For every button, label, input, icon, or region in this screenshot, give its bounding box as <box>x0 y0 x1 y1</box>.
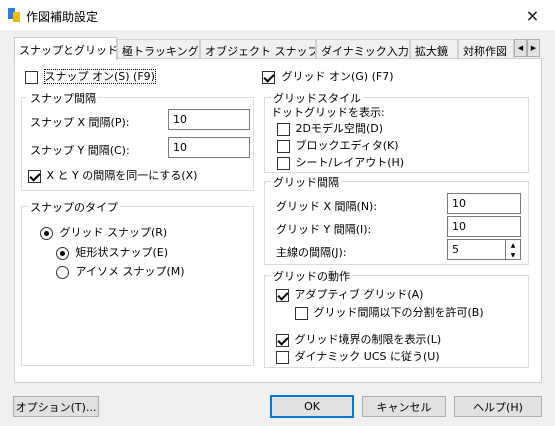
model-space-checkbox[interactable]: 2Dモデル空間(D) <box>277 120 383 136</box>
limits-label: グリッド境界の制限を表示(L) <box>294 333 442 346</box>
window-title: 作図補助設定 <box>26 10 99 24</box>
grid-spacing-title: グリッド間隔 <box>271 174 341 190</box>
radio-circle[interactable] <box>56 246 69 260</box>
grid-snap-radio[interactable]: グリッド スナップ(R) <box>40 224 167 240</box>
app-icon <box>8 8 20 22</box>
tab-scroll-left-icon[interactable]: ◀ <box>514 39 527 57</box>
dynamic-ucs-label: ダイナミック UCS に従う(U) <box>294 350 440 363</box>
tab-magnifier[interactable]: 拡大鏡 <box>410 39 458 59</box>
ok-button[interactable]: OK <box>270 395 354 418</box>
rect-snap-label: 矩形状スナップ(E) <box>75 246 169 259</box>
tab-polar-tracking[interactable]: 極トラッキング <box>117 39 200 59</box>
iso-snap-label: アイソメ スナップ(M) <box>75 265 185 278</box>
grid-on-checkbox[interactable]: グリッド オン(G) (F7) <box>262 68 394 84</box>
block-editor-checkbox[interactable]: ブロックエディタ(K) <box>277 137 399 153</box>
tab-snap-grid[interactable]: スナップとグリッド <box>14 37 117 60</box>
tab-dynamic-input[interactable]: ダイナミック入力 <box>316 39 410 59</box>
grid-spacing-group: グリッド間隔 グリッド X 間隔(N): 10 グリッド Y 間隔(I): 10… <box>264 174 529 265</box>
adaptive-grid-checkbox[interactable]: アダプティブ グリッド(A) <box>276 286 423 302</box>
snap-y-input[interactable]: 10 <box>168 137 250 158</box>
radio-circle[interactable] <box>40 226 53 240</box>
checkbox-box[interactable] <box>277 122 290 136</box>
snap-on-label: スナップ オン(S) (F9) <box>43 69 156 84</box>
grid-behavior-group: グリッドの動作 アダプティブ グリッド(A) グリッド間隔以下の分割を許可(B)… <box>264 268 529 368</box>
snap-type-title: スナップのタイプ <box>28 199 120 215</box>
snap-on-checkbox[interactable]: スナップ オン(S) (F9) <box>25 68 156 84</box>
subdivide-checkbox[interactable]: グリッド間隔以下の分割を許可(B) <box>295 304 484 320</box>
grid-behavior-title: グリッドの動作 <box>271 268 352 284</box>
grid-x-label: グリッド X 間隔(N): <box>276 200 378 213</box>
rect-snap-radio[interactable]: 矩形状スナップ(E) <box>56 244 168 260</box>
snap-spacing-title: スナップ間隔 <box>28 90 98 106</box>
options-button[interactable]: オプション(T)... <box>13 396 99 417</box>
close-icon[interactable]: × <box>510 0 555 30</box>
snap-spacing-group: スナップ間隔 スナップ X 間隔(P): 10 スナップ Y 間隔(C): 10… <box>21 90 254 191</box>
subdivide-label: グリッド間隔以下の分割を許可(B) <box>313 306 484 319</box>
checkbox-box[interactable] <box>277 139 290 153</box>
grid-on-label: グリッド オン(G) (F7) <box>281 70 394 83</box>
checkbox-box[interactable] <box>28 169 41 183</box>
grid-y-input[interactable]: 10 <box>447 216 521 237</box>
checkbox-box[interactable] <box>277 156 290 170</box>
iso-snap-radio[interactable]: アイソメ スナップ(M) <box>56 263 185 279</box>
tab-scroll-right-icon[interactable]: ▶ <box>527 39 540 57</box>
model-space-label: 2Dモデル空間(D) <box>295 122 384 135</box>
grid-style-group: グリッドスタイル ドットグリッドを表示: 2Dモデル空間(D) ブロックエディタ… <box>264 90 529 173</box>
equal-spacing-label: X と Y の間隔を同一にする(X) <box>46 169 198 182</box>
title-bar: 作図補助設定 × <box>0 0 555 30</box>
snap-type-group: スナップのタイプ グリッド スナップ(R) 矩形状スナップ(E) アイソメ スナ… <box>21 199 254 366</box>
tab-symmetry[interactable]: 対称作図 <box>458 39 514 59</box>
snap-x-input[interactable]: 10 <box>168 109 250 130</box>
checkbox-box[interactable] <box>276 288 289 302</box>
tab-strip: スナップとグリッド 極トラッキング オブジェクト スナップ ダイナミック入力 拡… <box>14 37 542 60</box>
sheet-layout-label: シート/レイアウト(H) <box>295 156 405 169</box>
grid-x-input[interactable]: 10 <box>447 193 521 214</box>
checkbox-box[interactable] <box>262 70 275 84</box>
major-line-input[interactable]: 5 <box>447 239 506 260</box>
tab-object-snap[interactable]: オブジェクト スナップ <box>200 39 316 59</box>
equal-spacing-checkbox[interactable]: X と Y の間隔を同一にする(X) <box>28 167 197 183</box>
help-button[interactable]: ヘルプ(H) <box>454 396 542 417</box>
adaptive-grid-label: アダプティブ グリッド(A) <box>294 288 424 301</box>
major-line-spinner[interactable]: ▲ ▼ <box>506 239 521 260</box>
spin-up-icon[interactable]: ▲ <box>506 240 520 250</box>
snap-y-label: スナップ Y 間隔(C): <box>30 144 130 157</box>
snap-x-label: スナップ X 間隔(P): <box>30 116 130 129</box>
checkbox-box[interactable] <box>295 306 308 320</box>
major-line-label: 主線の間隔(J): <box>276 246 347 259</box>
grid-y-label: グリッド Y 間隔(I): <box>276 223 372 236</box>
checkbox-box[interactable] <box>276 333 289 347</box>
cancel-button[interactable]: キャンセル <box>362 396 446 417</box>
dynamic-ucs-checkbox[interactable]: ダイナミック UCS に従う(U) <box>276 348 440 364</box>
tab-content: スナップ オン(S) (F9) スナップ間隔 スナップ X 間隔(P): 10 … <box>14 58 542 383</box>
sheet-layout-checkbox[interactable]: シート/レイアウト(H) <box>277 154 404 170</box>
block-editor-label: ブロックエディタ(K) <box>295 139 399 152</box>
spin-down-icon[interactable]: ▼ <box>506 250 520 260</box>
checkbox-box[interactable] <box>25 70 38 84</box>
limits-checkbox[interactable]: グリッド境界の制限を表示(L) <box>276 331 441 347</box>
checkbox-box[interactable] <box>276 350 289 364</box>
radio-circle[interactable] <box>56 265 69 279</box>
grid-style-subtitle: ドットグリッドを表示: <box>271 106 385 119</box>
grid-snap-label: グリッド スナップ(R) <box>59 226 168 239</box>
